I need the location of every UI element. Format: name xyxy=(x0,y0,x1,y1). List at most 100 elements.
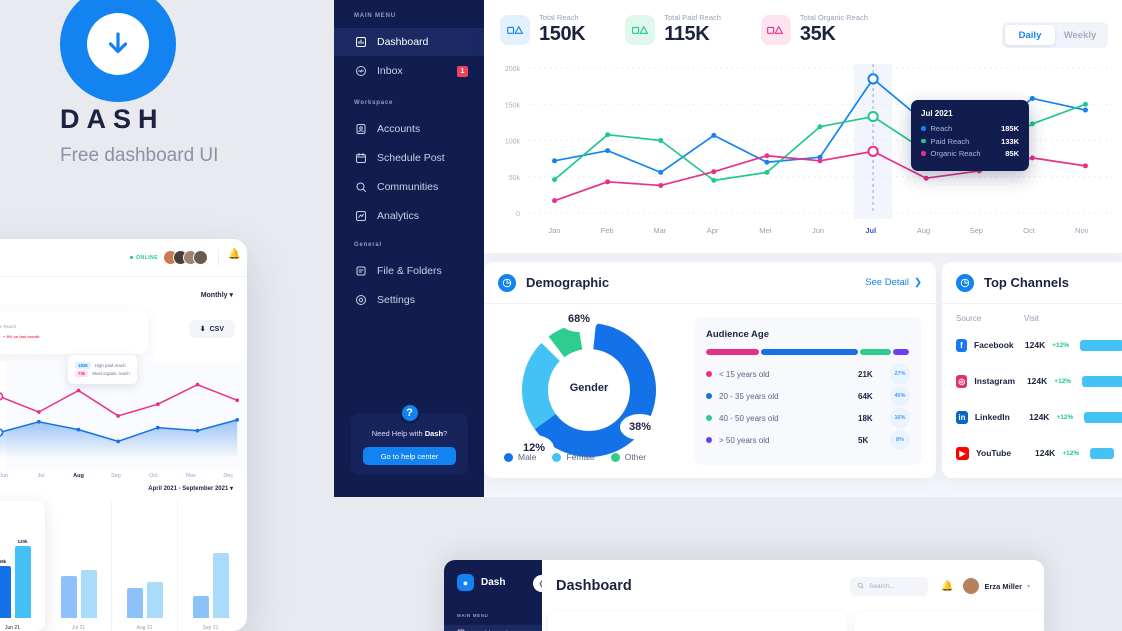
period-toggle[interactable]: Daily Weekly xyxy=(1002,22,1108,48)
kpi-label: Total Organic Reach xyxy=(799,13,868,22)
brand-subtitle: Free dashboard UI xyxy=(60,145,219,166)
channel-visit: 124K xyxy=(1026,376,1048,386)
channel-name: LinkedIn xyxy=(974,412,1010,422)
search-input[interactable]: Search... xyxy=(850,576,929,596)
bell-icon[interactable]: 🔔 xyxy=(218,249,240,266)
bar-group-label: Jun 21 xyxy=(4,625,20,631)
age-row: < 15 years old 21K 27% xyxy=(706,363,910,385)
user-name: Erza Miller xyxy=(984,581,1022,591)
series-dot-icon xyxy=(921,151,926,156)
channel-name: Facebook xyxy=(973,340,1014,350)
preview-month-label: Sep xyxy=(111,473,121,479)
preview-menu-section-label: MAIN MENU xyxy=(457,613,489,618)
date-range-selector[interactable]: April 2021 - September 2021 ▾ xyxy=(148,485,233,492)
avatar[interactable] xyxy=(193,250,208,265)
channel-name: Instagram xyxy=(974,376,1016,386)
svg-text:150k: 150k xyxy=(505,102,521,109)
bar-group[interactable]: 68k 120k Jun 21 xyxy=(0,501,45,631)
top-channels-rows: f Facebook 124K +12% ◎ Instagram 124K +12% in Lin… xyxy=(942,327,1122,471)
help-text-suffix: ? xyxy=(443,429,448,438)
sidebar-item-schedule-post[interactable]: Schedule Post xyxy=(334,144,484,172)
tooltip-row-reach: Reach 185K xyxy=(921,124,1019,133)
sidebar-section-general: General xyxy=(354,242,382,248)
gender-legend: Male Female Other xyxy=(494,452,684,462)
sidebar-item-inbox[interactable]: Inbox 1 xyxy=(334,57,484,85)
legend-item-other: Other xyxy=(610,452,646,462)
chevron-down-icon: ▾ xyxy=(229,486,233,492)
table-row[interactable]: f Facebook 124K +12% xyxy=(942,327,1122,363)
age-dot-icon xyxy=(706,437,712,443)
top-channels-header: Top Channels xyxy=(942,262,1122,304)
age-value: 21K xyxy=(858,369,873,379)
x-axis-label: Jan xyxy=(548,226,561,235)
download-icon: ⬇ xyxy=(199,326,206,333)
avatar-group[interactable] xyxy=(163,250,208,265)
facebook-icon: f xyxy=(956,338,967,352)
see-detail-link[interactable]: See Detail ❯ xyxy=(865,277,922,288)
age-label: 20 - 35 years old xyxy=(719,391,779,401)
bar xyxy=(212,553,229,618)
go-to-help-center-button[interactable]: Go to help center xyxy=(363,447,456,465)
legend-dot-icon xyxy=(552,452,562,462)
age-percent: 40% xyxy=(890,386,910,406)
age-percent: 8% xyxy=(890,430,910,450)
tooltip-text: High paid reach xyxy=(94,362,126,368)
kpi-label: Total Reach xyxy=(539,13,579,22)
legend-label: Female xyxy=(566,452,595,462)
age-label: 40 - 50 years old xyxy=(719,413,779,423)
toggle-daily[interactable]: Daily xyxy=(1005,25,1055,45)
age-row: 20 - 35 years old 64K 40% xyxy=(706,385,910,407)
tooltip-title: Jul 2021 xyxy=(921,109,953,118)
sidebar-item-accounts[interactable]: Accounts xyxy=(334,115,484,143)
age-bar-segment xyxy=(892,349,909,355)
x-axis-label: Apr xyxy=(706,226,719,235)
table-row[interactable]: ◎ Instagram 124K +12% xyxy=(942,363,1122,399)
bar-group[interactable]: Sep 21 xyxy=(177,501,243,631)
table-row[interactable]: in LinkedIn 124K +12% xyxy=(942,399,1122,435)
toggle-weekly[interactable]: Weekly xyxy=(1055,25,1105,45)
export-csv-button[interactable]: ⬇ CSV xyxy=(188,320,235,338)
age-bar-segment xyxy=(859,349,892,355)
audience-age-rows: < 15 years old 21K 27% 20 - 35 years old 64K… xyxy=(706,363,910,451)
table-row[interactable]: ▶ YouTube 124K +12% xyxy=(942,435,1122,471)
sidebar-item-dashboard[interactable]: Dashboard xyxy=(334,28,484,56)
column-source: Source xyxy=(956,314,982,323)
sidebar-item-label: Inbox xyxy=(377,65,403,77)
preview-card-header: ONLINE 🔔 xyxy=(0,239,247,277)
x-axis-label: Sep xyxy=(969,226,983,235)
kpi-total-reach: Total Reach 150K xyxy=(500,13,586,46)
bar-group[interactable]: Jul 21 xyxy=(45,501,111,631)
x-axis-label: Nov xyxy=(1075,226,1089,235)
search-placeholder: Search... xyxy=(869,582,896,590)
sidebar-item-label: Analytics xyxy=(377,210,420,222)
age-value: 18K xyxy=(858,413,873,423)
sidebar-item-label: File & Folders xyxy=(377,265,442,277)
sidebar-item-analytics[interactable]: Analytics xyxy=(334,202,484,230)
analytics-preview-card: ONLINE 🔔 Monthly ▾ Paid Reach 4K + 12% o… xyxy=(0,239,247,631)
sidebar-item-settings[interactable]: Settings xyxy=(334,286,484,314)
channel-delta: +12% xyxy=(1056,413,1074,421)
bell-icon[interactable]: 🔔 xyxy=(941,581,953,592)
bar-group[interactable]: Aug 21 xyxy=(111,501,177,631)
sidebar-item-communities[interactable]: Communities xyxy=(334,173,484,201)
tooltip-series-name: Reach xyxy=(930,124,953,133)
tooltip-pill: 75k xyxy=(75,370,89,377)
inbox-badge: 1 xyxy=(457,65,468,77)
help-text-prefix: Need Help with xyxy=(371,429,425,438)
shapes-icon xyxy=(760,14,791,45)
bar xyxy=(0,566,11,618)
shapes-icon xyxy=(625,14,656,45)
preview-page-title: Dashboard xyxy=(556,578,632,594)
age-bar-segment xyxy=(760,349,858,355)
period-selector[interactable]: Monthly ▾ xyxy=(201,291,233,299)
sidebar-item-label: Schedule Post xyxy=(377,152,445,164)
sidebar-item-file-folders[interactable]: File & Folders xyxy=(334,257,484,285)
kpi-value: 150K xyxy=(539,23,586,45)
user-menu[interactable]: Erza Miller ▾ xyxy=(963,578,1030,594)
donut-center-label: Gender xyxy=(569,382,609,394)
svg-text:100k: 100k xyxy=(505,139,521,146)
tooltip-row: 183k High paid reach xyxy=(75,361,130,369)
tooltip-row-paid-reach: Paid Reach 133K xyxy=(921,137,1019,146)
preview-sidebar-item-dashboard[interactable]: Dashboard xyxy=(444,625,542,631)
bar xyxy=(146,582,163,618)
